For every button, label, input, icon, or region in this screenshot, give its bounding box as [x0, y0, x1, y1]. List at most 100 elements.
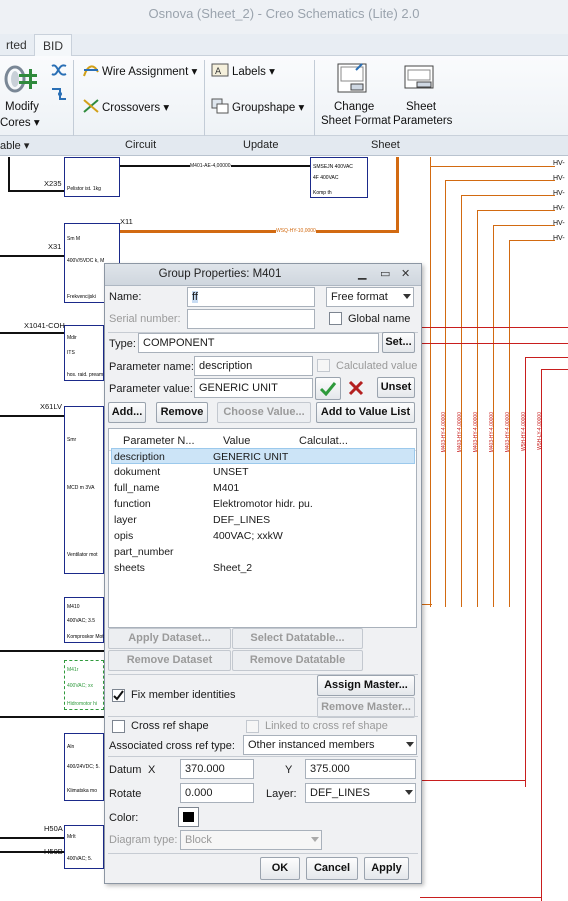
- wire[interactable]: [0, 837, 64, 839]
- wire-orange[interactable]: [477, 210, 478, 607]
- remove-datatable-button[interactable]: Remove Datatable: [232, 650, 363, 671]
- tab-inserted[interactable]: rted: [0, 34, 35, 56]
- sheet-parameters-icon[interactable]: [403, 62, 435, 97]
- sheet-parameters-label-1[interactable]: Sheet: [406, 101, 436, 113]
- fix-member-identities-checkbox[interactable]: [112, 689, 125, 702]
- group-label-table[interactable]: able ▾: [0, 139, 29, 152]
- wire-red[interactable]: [420, 327, 568, 328]
- wire-orange[interactable]: [430, 157, 431, 607]
- wire-orange[interactable]: [461, 195, 462, 607]
- labels-icon[interactable]: A: [211, 62, 229, 81]
- choose-value-button[interactable]: Choose Value...: [217, 402, 311, 423]
- unset-button[interactable]: Unset: [377, 377, 415, 398]
- wire-orange[interactable]: [430, 166, 555, 167]
- table-row[interactable]: part_number: [111, 544, 415, 560]
- groupshape-icon[interactable]: [211, 98, 229, 117]
- rotate-field[interactable]: 0.000: [180, 783, 254, 803]
- wire-route-icon[interactable]: [50, 62, 68, 81]
- sheet-parameters-label-2[interactable]: Parameters: [393, 115, 452, 127]
- minimize-icon[interactable]: ▁: [358, 267, 366, 280]
- datum-y-field[interactable]: 375.000: [305, 759, 416, 779]
- assign-master-button[interactable]: Assign Master...: [317, 675, 415, 696]
- modify-cores-label-2[interactable]: Cores ▾: [0, 115, 40, 129]
- change-sheet-format-label-2[interactable]: Sheet Format: [321, 115, 391, 127]
- labels-button[interactable]: Labels ▾: [232, 64, 275, 78]
- wire-red[interactable]: [541, 369, 568, 370]
- wire-orange[interactable]: [461, 195, 555, 196]
- table-row[interactable]: description GENERIC UNIT: [111, 448, 415, 464]
- set-button[interactable]: Set...: [382, 332, 415, 353]
- table-row[interactable]: layer DEF_LINES: [111, 512, 415, 528]
- crossovers-button[interactable]: Crossovers ▾: [102, 100, 169, 114]
- ok-button[interactable]: OK: [260, 857, 300, 880]
- calculated-value-checkbox[interactable]: [317, 359, 330, 372]
- dialog-title-bar[interactable]: Group Properties: M401 ▁ ▭ ✕: [105, 264, 421, 286]
- table-row[interactable]: dokument UNSET: [111, 464, 415, 480]
- remove-button[interactable]: Remove: [156, 402, 208, 423]
- close-icon[interactable]: ✕: [401, 267, 410, 280]
- wire[interactable]: [0, 716, 104, 718]
- datum-x-field[interactable]: 370.000: [180, 759, 254, 779]
- wire[interactable]: [8, 157, 10, 192]
- change-sheet-format-icon[interactable]: [336, 62, 368, 97]
- wire[interactable]: [0, 650, 104, 652]
- maximize-icon[interactable]: ▭: [380, 267, 390, 280]
- add-to-value-list-button[interactable]: Add to Value List: [316, 402, 415, 423]
- global-name-checkbox[interactable]: [329, 312, 342, 325]
- diagram-type-select[interactable]: Block: [180, 830, 322, 850]
- component-block-selected[interactable]: M41r 400VAC; xx Hidromotor hi: [64, 660, 104, 710]
- groupshape-button[interactable]: Groupshape ▾: [232, 100, 304, 114]
- color-swatch-button[interactable]: [178, 807, 199, 827]
- wire-orange[interactable]: [396, 157, 399, 233]
- accept-value-button[interactable]: [315, 377, 341, 400]
- type-field[interactable]: COMPONENT: [138, 333, 379, 353]
- reject-value-icon[interactable]: [347, 379, 365, 400]
- modify-cores-icon[interactable]: [3, 63, 39, 95]
- component-block[interactable]: MrIt 400VAC; 5.: [64, 825, 104, 869]
- crossovers-icon[interactable]: [82, 98, 100, 117]
- wire-orange[interactable]: [445, 180, 555, 181]
- wire[interactable]: [0, 415, 64, 417]
- component-block[interactable]: Pelistor ist. 1kg: [64, 157, 120, 197]
- add-button[interactable]: Add...: [108, 402, 146, 423]
- remove-master-button[interactable]: Remove Master...: [317, 697, 415, 718]
- wire[interactable]: [8, 190, 64, 192]
- wire-red[interactable]: [420, 780, 526, 781]
- wire-orange[interactable]: [493, 225, 555, 226]
- cancel-button[interactable]: Cancel: [306, 857, 358, 880]
- parameter-value-field[interactable]: GENERIC UNIT: [194, 378, 313, 398]
- wire-orange[interactable]: [509, 240, 555, 241]
- component-block[interactable]: M410 400VAC; 3.5 Komproskor Mot: [64, 597, 104, 643]
- wire-orange[interactable]: [477, 210, 555, 211]
- component-block[interactable]: SMSEJN 400VAC 4F 400VAC Komp th: [310, 157, 368, 198]
- wire-orange[interactable]: [120, 230, 398, 233]
- remove-dataset-button[interactable]: Remove Dataset: [108, 650, 231, 671]
- component-block[interactable]: Smr MCD m 3VA Ventilator mot: [64, 406, 104, 574]
- wire-red[interactable]: [420, 897, 542, 898]
- cross-ref-shape-checkbox[interactable]: [112, 720, 125, 733]
- format-select[interactable]: Free format: [326, 287, 414, 307]
- serial-number-field[interactable]: [187, 309, 315, 329]
- apply-dataset-button[interactable]: Apply Dataset...: [108, 628, 231, 649]
- tab-bid[interactable]: BID: [34, 34, 73, 56]
- wire-orange[interactable]: [445, 180, 446, 607]
- table-row[interactable]: function Elektromotor hidr. pu.: [111, 496, 415, 512]
- wire[interactable]: [0, 255, 64, 257]
- table-row[interactable]: sheets Sheet_2: [111, 560, 415, 576]
- wire-red[interactable]: [525, 357, 568, 358]
- select-datatable-button[interactable]: Select Datatable...: [232, 628, 363, 649]
- wire-split-icon[interactable]: [50, 86, 68, 105]
- component-block[interactable]: Mdir ITS hos. raid. pream: [64, 325, 104, 381]
- layer-select[interactable]: DEF_LINES: [305, 783, 416, 803]
- wire-assignment-button[interactable]: Wire Assignment ▾: [102, 64, 197, 78]
- parameter-name-field[interactable]: description: [194, 356, 313, 376]
- apply-button[interactable]: Apply: [364, 857, 409, 880]
- associated-cross-ref-select[interactable]: Other instanced members: [243, 735, 417, 755]
- table-row[interactable]: opis 400VAC; xxkW: [111, 528, 415, 544]
- component-block[interactable]: Aln 400/24VDC; 5. Klimatska mo: [64, 733, 104, 801]
- change-sheet-format-label-1[interactable]: Change: [334, 101, 374, 113]
- name-field[interactable]: ff: [187, 287, 315, 307]
- wire-assignment-icon[interactable]: [82, 62, 100, 81]
- linked-cross-ref-checkbox[interactable]: [246, 720, 259, 733]
- wire-red[interactable]: [420, 343, 568, 344]
